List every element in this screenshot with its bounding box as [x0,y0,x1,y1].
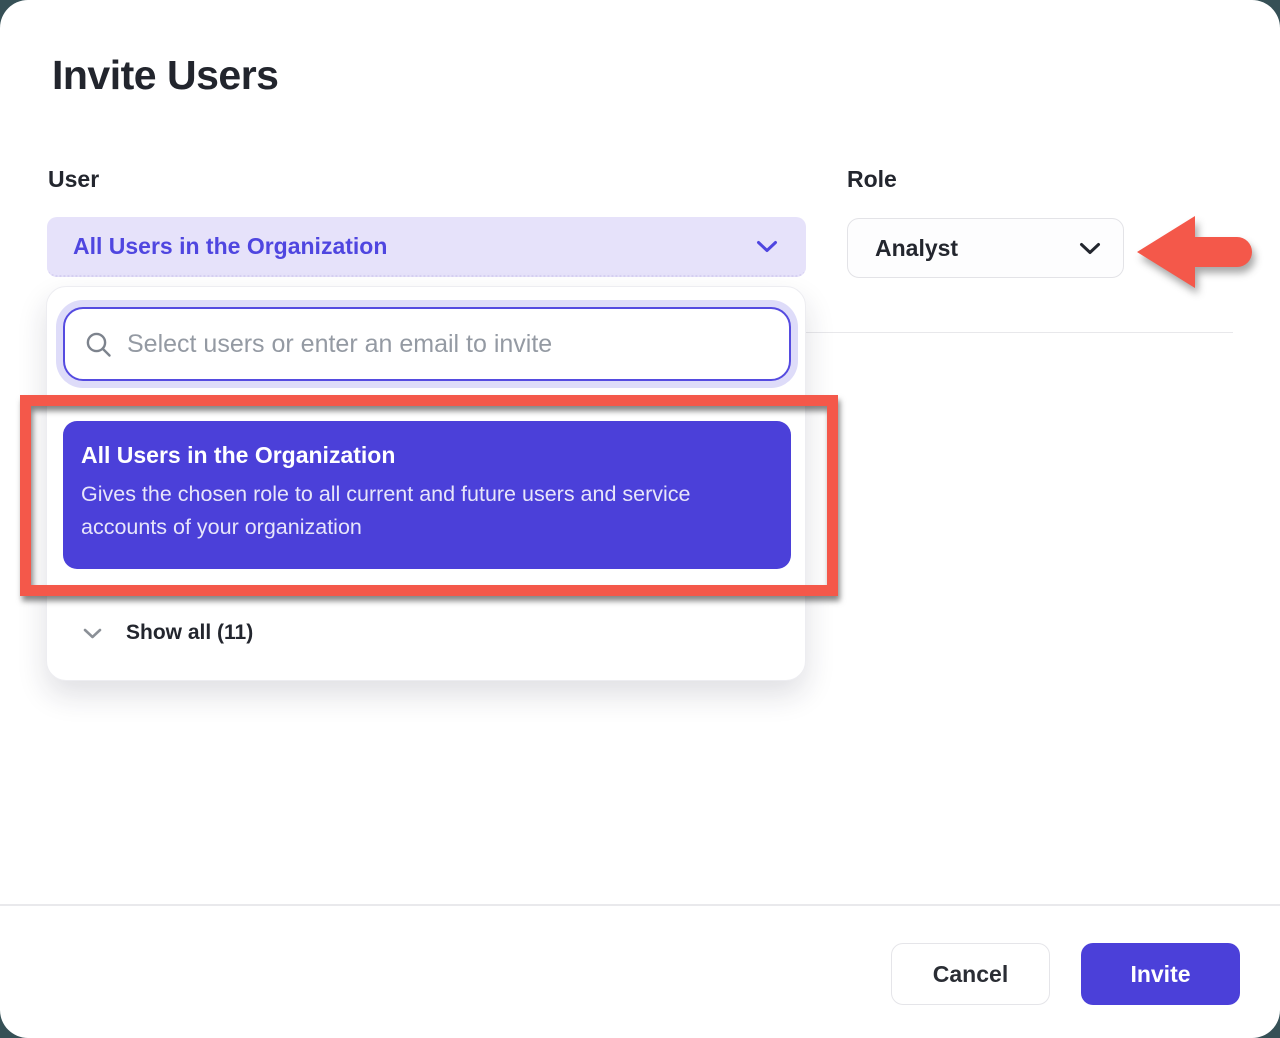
role-select[interactable]: Analyst [847,218,1124,278]
cancel-button[interactable]: Cancel [891,943,1050,1005]
user-search-box[interactable] [63,307,791,381]
user-field-label: User [48,166,99,193]
user-select[interactable]: All Users in the Organization [47,217,806,277]
role-select-value: Analyst [875,235,1079,262]
page-backdrop: Invite Users User All Users in the Organ… [0,0,1280,1038]
option-title: All Users in the Organization [81,442,771,469]
show-all-label: Show all (11) [126,621,253,645]
option-all-users[interactable]: All Users in the Organization Gives the … [63,421,791,569]
user-search-input[interactable] [127,330,769,359]
invite-users-dialog: Invite Users User All Users in the Organ… [0,0,1280,1038]
chevron-down-icon [83,628,102,639]
invite-button[interactable]: Invite [1081,943,1240,1005]
show-all-toggle[interactable]: Show all (11) [47,605,805,661]
search-icon [85,331,112,358]
user-select-value: All Users in the Organization [73,233,756,260]
annotation-arrow-icon [1136,212,1254,292]
option-description: Gives the chosen role to all current and… [81,478,771,544]
footer-divider [0,904,1280,906]
role-field-label: Role [847,166,897,193]
user-dropdown-panel: All Users in the Organization Gives the … [46,286,806,681]
chevron-down-icon [1079,242,1101,255]
dialog-title: Invite Users [52,52,278,99]
chevron-down-icon [756,240,778,253]
